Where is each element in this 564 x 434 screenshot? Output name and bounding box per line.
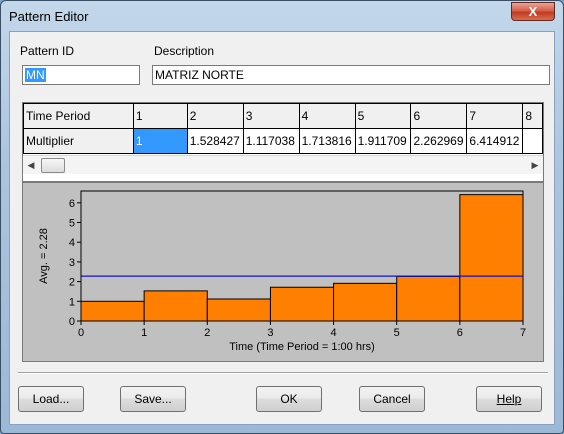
pattern-id-field[interactable]: MN [22, 65, 140, 85]
y-tick-label: 6 [69, 198, 75, 210]
help-button-label: Help [496, 392, 522, 406]
pattern-id-value: MN [25, 68, 46, 82]
y-tick-label: 3 [69, 257, 75, 269]
chart-bar [333, 282, 398, 322]
dialog-body: Pattern ID MN Description MATRIZ NORTE T… [9, 31, 555, 425]
time-period-row: Time Period 1 2 3 4 5 6 7 8 [23, 103, 543, 129]
multiplier-cell[interactable] [522, 128, 543, 154]
multiplier-cell[interactable]: 1.911709 [354, 128, 412, 154]
y-tick-label: 2 [69, 277, 75, 289]
y-axis-label: Avg. = 2.28 [38, 228, 50, 284]
x-tick-label: 6 [457, 327, 463, 339]
multiplier-cell[interactable]: 6.414912 [466, 128, 524, 154]
chart-bar [269, 286, 335, 322]
pattern-chart: 0 1 2 3 4 5 6 7 0 1 2 3 4 5 6 Time (Time Period = 1:00 … [22, 182, 544, 362]
period-header: 6 [410, 103, 468, 129]
horizontal-scrollbar[interactable]: ◀ ▶ [23, 155, 543, 174]
multiplier-table: Time Period 1 2 3 4 5 6 7 8 Multiplier 1… [23, 103, 543, 154]
multiplier-cell[interactable]: 1 [132, 128, 188, 154]
x-tick-label: 3 [267, 327, 273, 339]
chart-bar [143, 290, 208, 322]
title-bar[interactable]: Pattern Editor X [1, 1, 563, 33]
cancel-button[interactable]: Cancel [359, 386, 425, 412]
period-header: 3 [242, 103, 300, 129]
multiplier-cell[interactable]: 2.262969 [410, 128, 468, 154]
period-header: 8 [522, 103, 543, 129]
save-button[interactable]: Save... [120, 386, 186, 412]
chart-bar [459, 194, 524, 322]
scroll-left-arrow-icon[interactable]: ◀ [23, 156, 39, 174]
multiplier-row: Multiplier 1 1.528427 1.117038 1.713816 … [23, 128, 543, 154]
load-button[interactable]: Load... [18, 386, 84, 412]
period-header: 2 [186, 103, 244, 129]
ok-button[interactable]: OK [256, 386, 322, 412]
scrollbar-thumb[interactable] [41, 158, 65, 173]
period-header: 5 [354, 103, 412, 129]
chart-bar [396, 275, 461, 322]
row-header-multiplier: Multiplier [23, 128, 134, 154]
button-divider [18, 372, 548, 374]
chart-bar [80, 300, 145, 322]
multiplier-cell[interactable]: 1.528427 [186, 128, 244, 154]
description-label: Description [154, 44, 215, 58]
multiplier-cell[interactable]: 1.713816 [298, 128, 356, 154]
scroll-right-arrow-icon[interactable]: ▶ [527, 156, 543, 174]
pattern-id-label: Pattern ID [20, 44, 75, 58]
x-tick-label: 0 [78, 327, 84, 339]
help-button[interactable]: Help [476, 386, 542, 412]
description-field[interactable]: MATRIZ NORTE [152, 65, 550, 85]
multiplier-cell[interactable]: 1.117038 [242, 128, 300, 154]
y-tick-label: 0 [69, 316, 75, 328]
pattern-chart-svg: 0 1 2 3 4 5 6 7 0 1 2 3 4 5 6 Time (Time Period = 1:00 … [38, 190, 526, 353]
x-tick-label: 7 [520, 327, 526, 339]
y-tick-label: 1 [69, 296, 75, 308]
x-tick-label: 5 [394, 327, 400, 339]
x-tick-label: 1 [141, 327, 147, 339]
row-header-time-period: Time Period [23, 103, 134, 129]
x-tick-label: 2 [204, 327, 210, 339]
pattern-editor-window: Pattern Editor X Pattern ID MN Descripti… [0, 0, 564, 434]
close-button[interactable]: X [511, 2, 555, 21]
period-header: 7 [466, 103, 524, 129]
y-tick-label: 5 [69, 218, 75, 230]
window-title: Pattern Editor [9, 9, 89, 24]
period-header: 1 [132, 103, 188, 129]
multiplier-grid: Time Period 1 2 3 4 5 6 7 8 Multiplier 1… [22, 102, 544, 182]
x-axis-label: Time (Time Period = 1:00 hrs) [229, 341, 375, 353]
period-header: 4 [298, 103, 356, 129]
y-tick-label: 4 [69, 237, 75, 249]
x-tick-label: 4 [331, 327, 337, 339]
chart-bar [206, 298, 271, 322]
